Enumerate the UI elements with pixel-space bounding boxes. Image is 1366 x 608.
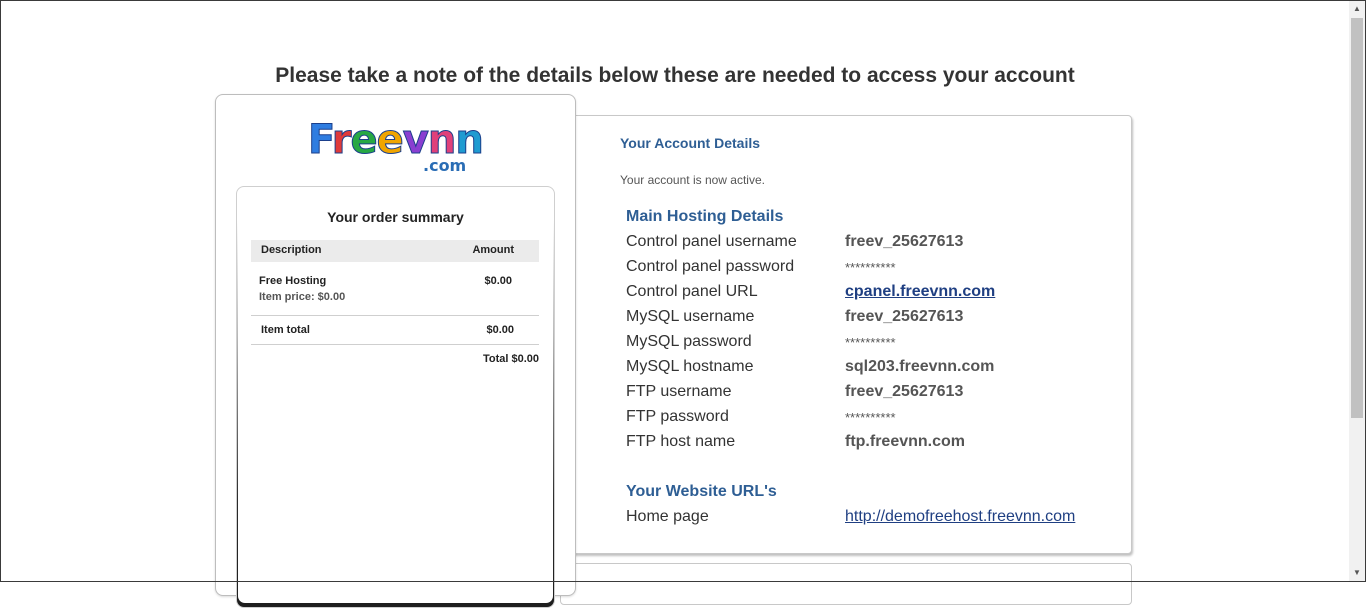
divider	[251, 344, 539, 345]
table-header: Description Amount	[251, 240, 539, 262]
logo-letter: e	[376, 117, 404, 163]
website-urls-title: Your Website URL's	[626, 483, 777, 500]
logo-suffix: .com	[423, 156, 467, 175]
detail-row-mysql-hostname: MySQL hostname sql203.freevnn.com	[626, 358, 1106, 383]
detail-row-cp-password: Control panel password **********	[626, 258, 1106, 283]
account-details-panel: Your Account Details Your account is now…	[560, 115, 1132, 554]
detail-row-cp-username: Control panel username freev_25627613	[626, 233, 1106, 258]
detail-label: MySQL password	[626, 333, 752, 350]
detail-label: FTP username	[626, 383, 732, 400]
detail-label: FTP password	[626, 408, 729, 425]
item-amount: $0.00	[484, 275, 512, 287]
account-status-text: Your account is now active.	[620, 173, 765, 187]
next-panel	[560, 563, 1132, 605]
hosting-details-title: Main Hosting Details	[626, 208, 784, 225]
detail-value: freev_25627613	[845, 233, 964, 250]
item-price: Item price: $0.00	[259, 291, 346, 303]
logo-letter: F	[308, 117, 334, 163]
detail-value: **********	[845, 410, 896, 425]
logo-wordmark: Freevnn	[308, 117, 485, 163]
home-page-link[interactable]: http://demofreehost.freevnn.com	[845, 508, 1075, 526]
detail-row-mysql-username: MySQL username freev_25627613	[626, 308, 1106, 333]
scroll-down-arrow-icon[interactable]: ▼	[1349, 565, 1365, 581]
detail-value: freev_25627613	[845, 308, 964, 325]
detail-value: **********	[845, 260, 896, 275]
account-details-title: Your Account Details	[620, 135, 761, 151]
detail-row-home-page: Home page http://demofreehost.freevnn.co…	[626, 508, 1106, 533]
detail-value: **********	[845, 335, 896, 350]
detail-value: ftp.freevnn.com	[845, 433, 966, 450]
divider	[251, 315, 539, 316]
detail-label: Control panel URL	[626, 283, 758, 300]
order-summary-title: Your order summary	[327, 209, 464, 225]
detail-row-ftp-username: FTP username freev_25627613	[626, 383, 1106, 408]
detail-row-cp-url: Control panel URL cpanel.freevnn.com	[626, 283, 1106, 308]
detail-value: sql203.freevnn.com	[845, 358, 995, 375]
page-headline: Please take a note of the details below …	[275, 64, 1075, 87]
detail-label: Control panel username	[626, 233, 797, 250]
item-total-amount: $0.00	[486, 324, 514, 336]
item-name: Free Hosting	[259, 275, 327, 287]
detail-label: MySQL username	[626, 308, 755, 325]
item-total-label: Item total	[261, 324, 310, 336]
order-summary-box: Your order summary Description Amount Fr…	[236, 186, 555, 608]
scroll-up-arrow-icon[interactable]: ▲	[1349, 1, 1365, 17]
detail-row-ftp-password: FTP password **********	[626, 408, 1106, 433]
column-amount: Amount	[472, 244, 514, 256]
vertical-scrollbar[interactable]: ▲ ▼	[1349, 1, 1365, 581]
logo-letter: e	[350, 117, 378, 163]
detail-label: FTP host name	[626, 433, 736, 450]
logo-letter: r	[331, 117, 352, 163]
cpanel-url-link[interactable]: cpanel.freevnn.com	[845, 283, 995, 301]
detail-row-mysql-password: MySQL password **********	[626, 333, 1106, 358]
order-summary-card: Freevnn .com Your order summary Descript…	[215, 94, 576, 608]
freevnn-logo: Freevnn .com	[308, 119, 485, 176]
grand-total: Total $0.00	[482, 353, 539, 365]
scrollbar-thumb[interactable]	[1351, 18, 1363, 418]
detail-row-ftp-host: FTP host name ftp.freevnn.com	[626, 433, 1106, 458]
detail-label: MySQL hostname	[626, 358, 754, 375]
column-description: Description	[261, 244, 322, 256]
detail-value: freev_25627613	[845, 383, 964, 400]
detail-label: Home page	[626, 508, 709, 525]
detail-label: Control panel password	[626, 258, 795, 275]
